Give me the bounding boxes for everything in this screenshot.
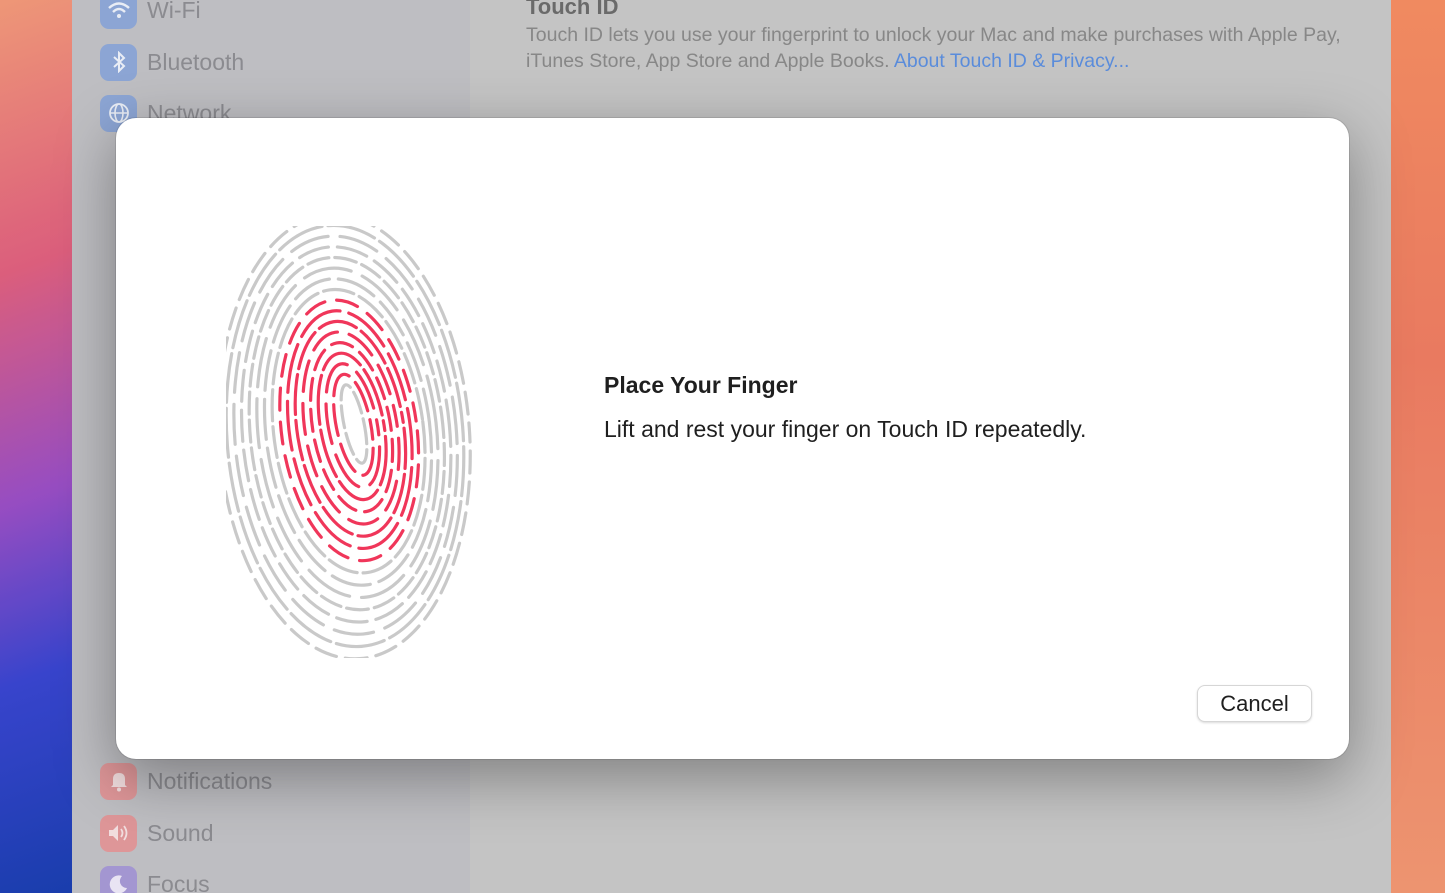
sheet-description: Lift and rest your finger on Touch ID re… <box>604 416 1087 442</box>
fingerprint-ridge <box>339 383 369 465</box>
cancel-button[interactable]: Cancel <box>1197 685 1312 722</box>
fingerprint-icon <box>226 226 472 658</box>
fingerprint-ridge <box>226 226 472 658</box>
touch-id-enrollment-sheet: Place Your Finger Lift and rest your fin… <box>116 118 1349 759</box>
fingerprint-ridge <box>270 287 427 575</box>
sheet-title: Place Your Finger <box>604 372 798 398</box>
